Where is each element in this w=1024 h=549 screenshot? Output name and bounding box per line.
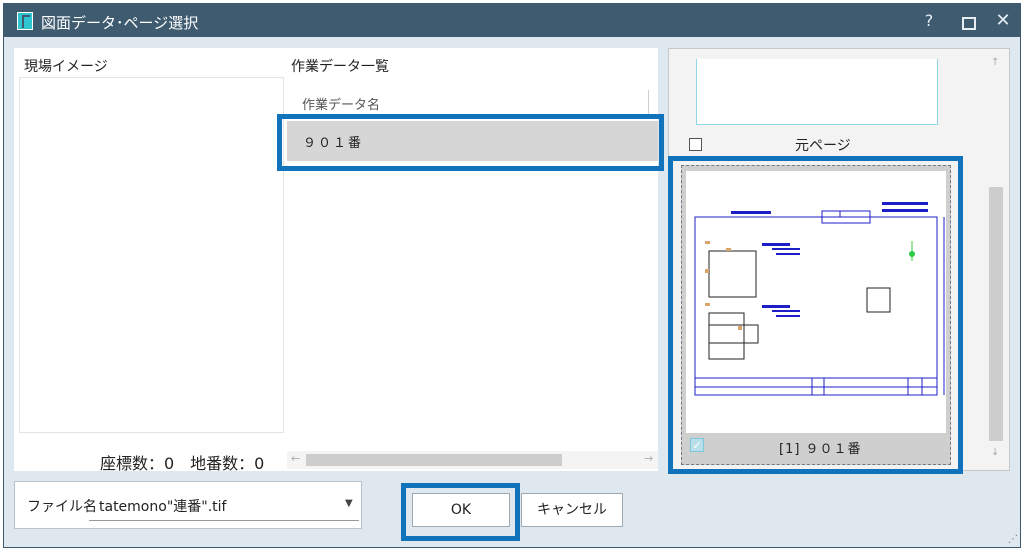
site-image-label: 現場イメージ (24, 59, 108, 75)
title-bar[interactable]: 図面データ･ページ選択 ? ✕ (4, 4, 1020, 37)
horizontal-scrollbar[interactable]: ← → (287, 451, 658, 469)
help-button[interactable]: ? (916, 9, 942, 33)
app-icon (17, 12, 33, 30)
counts-text: 座標数：0 地番数：0 (100, 454, 265, 473)
site-image-view (19, 77, 284, 433)
vertical-scrollbar[interactable]: ↑ ↓ (987, 55, 1005, 465)
chevron-down-icon[interactable]: ▼ (345, 498, 353, 509)
scroll-up-icon[interactable]: ↑ (991, 57, 999, 68)
file-name-group: ファイル名 tatemono"連番".tif ▼ (14, 481, 362, 529)
highlight-page-frame (668, 156, 963, 474)
vertical-scroll-thumb[interactable] (989, 187, 1003, 441)
file-name-label: ファイル名 (27, 499, 97, 515)
orig-page-checkbox[interactable] (689, 138, 702, 151)
scroll-thumb[interactable] (306, 454, 562, 466)
cancel-button[interactable]: キャンセル (521, 493, 623, 527)
maximize-button[interactable] (954, 9, 980, 33)
file-name-select[interactable]: tatemono"連番".tif (99, 496, 226, 516)
window-title: 図面データ･ページ選択 (41, 14, 199, 32)
orig-page-label: 元ページ (795, 138, 851, 154)
dialog-window: 図面データ･ページ選択 ? ✕ 現場イメージ 座標数：0 地番数：0 作業データ… (3, 3, 1021, 548)
work-data-list-label: 作業データ一覧 (291, 59, 389, 75)
resize-grip-icon[interactable]: ⋰ (1008, 534, 1018, 545)
file-name-underline (89, 520, 359, 521)
close-button[interactable]: ✕ (990, 9, 1016, 33)
page-thumbnail-top[interactable] (696, 59, 938, 125)
highlight-row-frame (277, 114, 664, 171)
main-panel: 現場イメージ 座標数：0 地番数：0 作業データ一覧 作業データ名 ９０１番 ←… (14, 48, 664, 473)
highlight-ok-frame (401, 483, 520, 541)
scroll-right-icon[interactable]: → (644, 452, 653, 465)
scroll-down-icon[interactable]: ↓ (991, 447, 999, 458)
scroll-left-icon[interactable]: ← (291, 452, 300, 465)
column-header-work-data-name[interactable]: 作業データ名 (302, 94, 380, 113)
